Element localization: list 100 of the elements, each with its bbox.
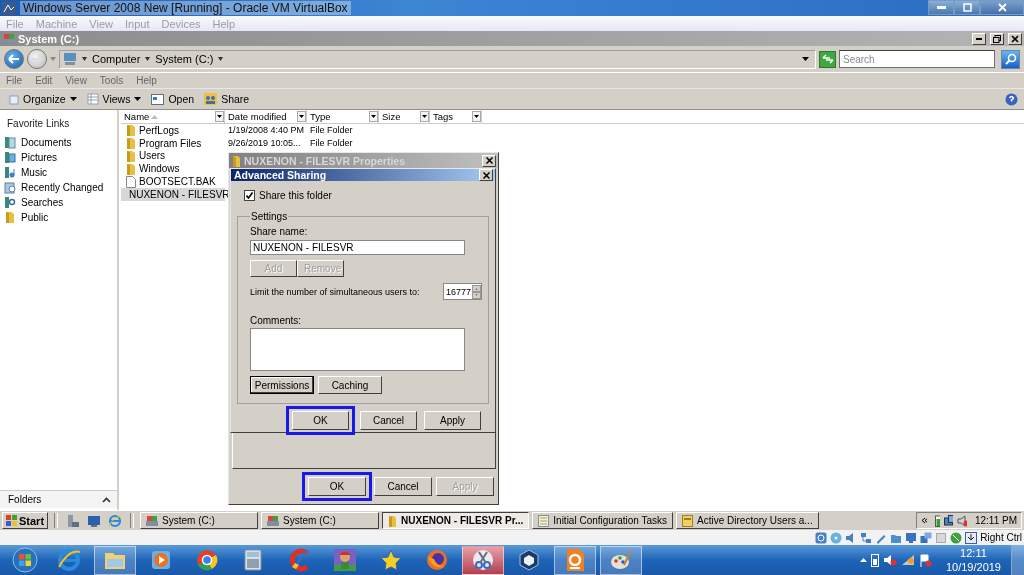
checkmark-icon bbox=[246, 192, 253, 199]
expand-chevrons-icon[interactable] bbox=[921, 517, 927, 524]
checkbox[interactable] bbox=[244, 190, 255, 201]
battery-icon[interactable] bbox=[934, 514, 940, 527]
muted-speaker-icon[interactable] bbox=[882, 554, 897, 566]
menu-item[interactable]: View bbox=[65, 75, 87, 86]
ok-button[interactable]: OK bbox=[292, 411, 349, 430]
favorite-link[interactable]: Public bbox=[0, 210, 117, 225]
taskbar-button[interactable] bbox=[462, 545, 504, 575]
file-name: Windows bbox=[139, 163, 180, 175]
link-label: Music bbox=[21, 167, 48, 178]
toolbar-button[interactable]: Views bbox=[86, 93, 142, 105]
network-icon[interactable] bbox=[860, 531, 873, 544]
menu-item[interactable]: Tools bbox=[99, 75, 124, 86]
disk-icon[interactable] bbox=[815, 531, 828, 544]
taskbar-button[interactable] bbox=[554, 545, 596, 575]
menu-item[interactable]: File bbox=[6, 75, 23, 86]
back-button[interactable] bbox=[4, 49, 24, 69]
dialog-button[interactable]: Cancel bbox=[360, 411, 417, 430]
comments-field[interactable] bbox=[250, 328, 465, 371]
file-icon bbox=[126, 175, 136, 188]
share-name-field[interactable]: NUXENON - FILESVR bbox=[250, 240, 465, 255]
fox-browser-icon[interactable] bbox=[424, 547, 450, 573]
spin-arrows-icon bbox=[472, 284, 481, 299]
menu-item[interactable]: Help bbox=[136, 75, 157, 86]
time-text: 12:11 bbox=[960, 546, 987, 560]
download-icon[interactable] bbox=[965, 531, 978, 544]
close-icon bbox=[997, 3, 1007, 12]
favorite-link[interactable]: Pictures bbox=[0, 150, 117, 165]
taskbar-button[interactable] bbox=[600, 545, 642, 575]
taskbar-button[interactable]: System (C:) bbox=[140, 512, 259, 529]
file-name: Users bbox=[139, 150, 166, 162]
action-button[interactable]: Permissions bbox=[250, 376, 314, 394]
date-time[interactable]: 12:11 10/19/2019 bbox=[945, 546, 1001, 574]
display-icon[interactable] bbox=[905, 531, 918, 544]
dialog-title: NUXENON - FILESVR Properties bbox=[244, 154, 406, 167]
column-header[interactable]: Type bbox=[307, 110, 379, 123]
signal-bars-icon[interactable] bbox=[900, 554, 915, 566]
folder-icon bbox=[126, 137, 136, 150]
scissors-icon[interactable] bbox=[470, 547, 496, 573]
search-button[interactable] bbox=[1001, 49, 1020, 69]
favorite-link[interactable]: Music bbox=[0, 165, 117, 180]
browser-e-icon[interactable] bbox=[108, 513, 123, 528]
column-header[interactable]: Size bbox=[379, 110, 430, 123]
taskbar-button[interactable]: System (C:) bbox=[261, 512, 380, 529]
star-icon[interactable] bbox=[378, 547, 404, 573]
name-cell[interactable]: PerfLogs bbox=[121, 124, 225, 137]
taskbar-button[interactable] bbox=[94, 545, 136, 575]
favorite-link[interactable]: Searches bbox=[0, 195, 117, 210]
back-arrow-icon bbox=[8, 54, 20, 64]
dialog-button[interactable]: Apply bbox=[424, 411, 481, 430]
taskbar-button[interactable]: Active Directory Users a... bbox=[676, 512, 819, 529]
start-button[interactable]: Start bbox=[2, 512, 49, 529]
favorite-link[interactable]: Documents bbox=[0, 135, 117, 150]
character-icon[interactable] bbox=[332, 547, 358, 573]
date-cell-text: 1/19/2008 4:40 PM bbox=[227, 124, 306, 137]
taskbar-button[interactable]: NUXENON - FILESVR Pr... bbox=[382, 512, 530, 529]
search-field[interactable]: Search bbox=[839, 50, 995, 68]
number-spinner[interactable]: 16777 bbox=[442, 283, 482, 300]
people-icon bbox=[204, 93, 218, 105]
address-bar[interactable]: Computer System (C:) bbox=[59, 49, 816, 69]
taskbar-button[interactable]: Initial Configuration Tasks bbox=[532, 512, 674, 529]
refresh-button[interactable] bbox=[819, 50, 836, 68]
name-cell[interactable]: Windows bbox=[121, 162, 225, 176]
round-browser-icon[interactable] bbox=[194, 547, 220, 573]
forward-button[interactable] bbox=[27, 49, 47, 69]
column-header[interactable]: Tags bbox=[430, 110, 482, 123]
toolbar-button[interactable]: Open bbox=[151, 93, 195, 105]
checkbox-label: Share this folder bbox=[259, 190, 332, 201]
help-icon[interactable] bbox=[1005, 92, 1018, 106]
pages-icon bbox=[6, 93, 19, 105]
caret-up-icon[interactable] bbox=[859, 558, 867, 562]
menu-item[interactable]: Edit bbox=[35, 75, 53, 86]
favorite-link[interactable]: Recently Changed bbox=[0, 180, 117, 195]
name-cell[interactable]: Program Files bbox=[121, 136, 225, 150]
desktop-icon[interactable] bbox=[87, 513, 102, 528]
screens-icon[interactable] bbox=[920, 531, 933, 544]
folders-pane-toggle[interactable]: Folders bbox=[0, 490, 117, 508]
column-header[interactable]: Name bbox=[121, 110, 225, 123]
server-icon[interactable] bbox=[66, 513, 81, 528]
name-cell[interactable]: BOOTSECT.BAK bbox=[121, 175, 225, 188]
dialog-button[interactable]: Cancel bbox=[374, 477, 432, 496]
action-button[interactable]: Caching bbox=[318, 376, 382, 394]
cube-icon[interactable] bbox=[516, 547, 542, 573]
ok-button[interactable]: OK bbox=[308, 477, 366, 496]
clock-text: 12:11 PM bbox=[974, 515, 1017, 526]
dropdown-arrow-icon[interactable] bbox=[802, 57, 809, 61]
breadcrumb-item[interactable]: System (C:) bbox=[155, 53, 214, 65]
toolbar-button[interactable]: Organize bbox=[6, 93, 77, 105]
browser-e-icon[interactable] bbox=[56, 547, 82, 573]
file-name: BOOTSECT.BAK bbox=[139, 176, 216, 188]
column-header[interactable]: Date modified bbox=[225, 110, 307, 123]
field-label: Limit the number of simultaneous users to: bbox=[250, 286, 420, 297]
sort-arrow-icon bbox=[151, 114, 159, 119]
network-icon[interactable] bbox=[943, 514, 954, 527]
flag-icon[interactable] bbox=[918, 553, 932, 567]
muted-speaker-icon[interactable] bbox=[957, 514, 967, 527]
toolbar-button[interactable]: Share bbox=[204, 93, 250, 105]
breadcrumb-item[interactable]: Computer bbox=[92, 53, 141, 65]
name-cell[interactable]: Users bbox=[121, 149, 225, 163]
